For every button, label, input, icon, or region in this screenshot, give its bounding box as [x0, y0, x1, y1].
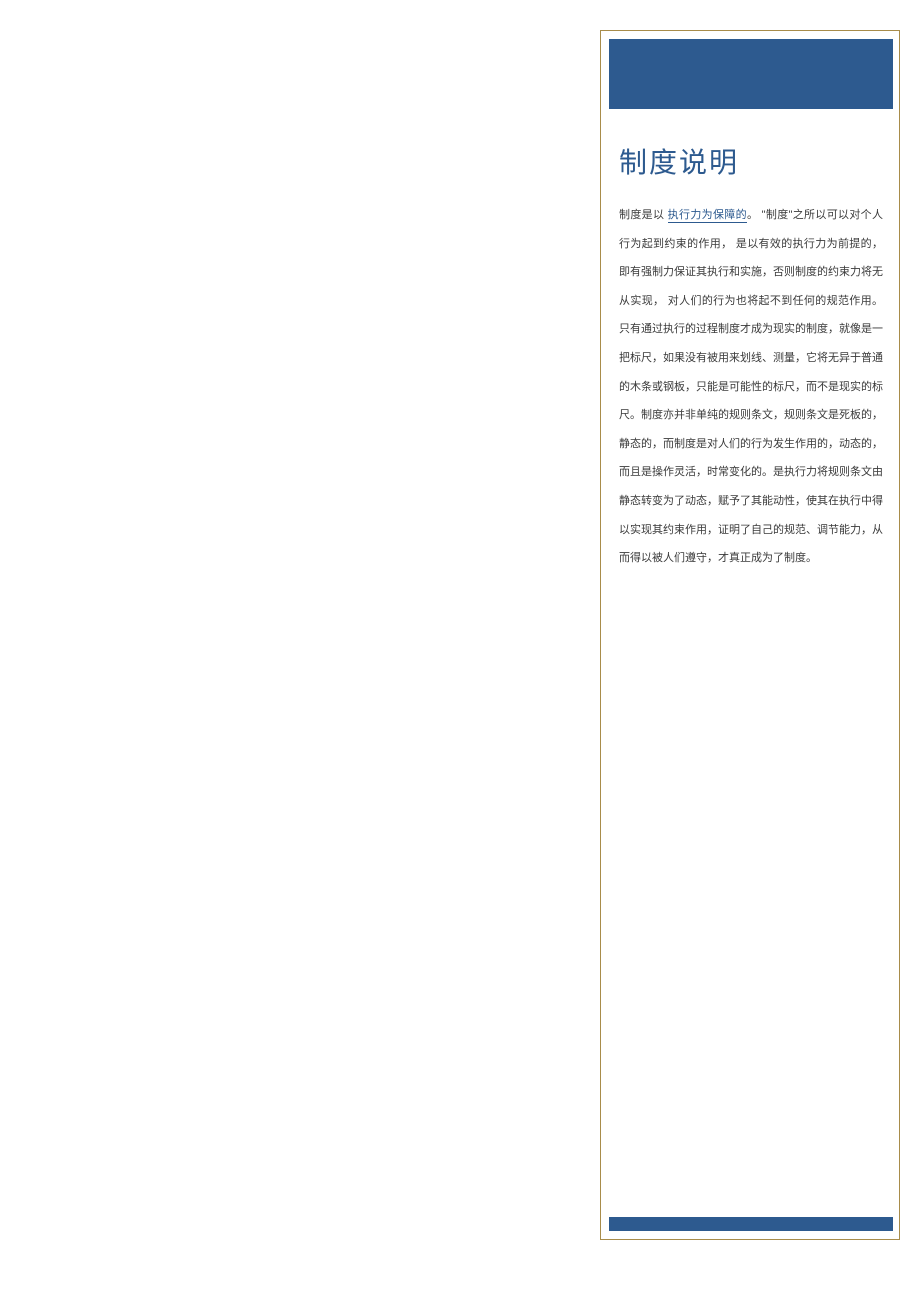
body-rest: 。 "制度"之所以可以对个人行为起到约束的作用， 是以有效的执行力为前提的，即有… [619, 209, 883, 564]
page-title: 制度说明 [619, 141, 739, 181]
document-page: 制度说明 制度是以 执行力为保障的。 "制度"之所以可以对个人行为起到约束的作用… [600, 30, 900, 1240]
body-linked-text: 执行力为保障的 [668, 209, 747, 223]
body-prefix: 制度是以 [619, 209, 668, 221]
footer-band [609, 1217, 893, 1231]
body-paragraph: 制度是以 执行力为保障的。 "制度"之所以可以对个人行为起到约束的作用， 是以有… [619, 201, 883, 573]
header-band [609, 39, 893, 109]
